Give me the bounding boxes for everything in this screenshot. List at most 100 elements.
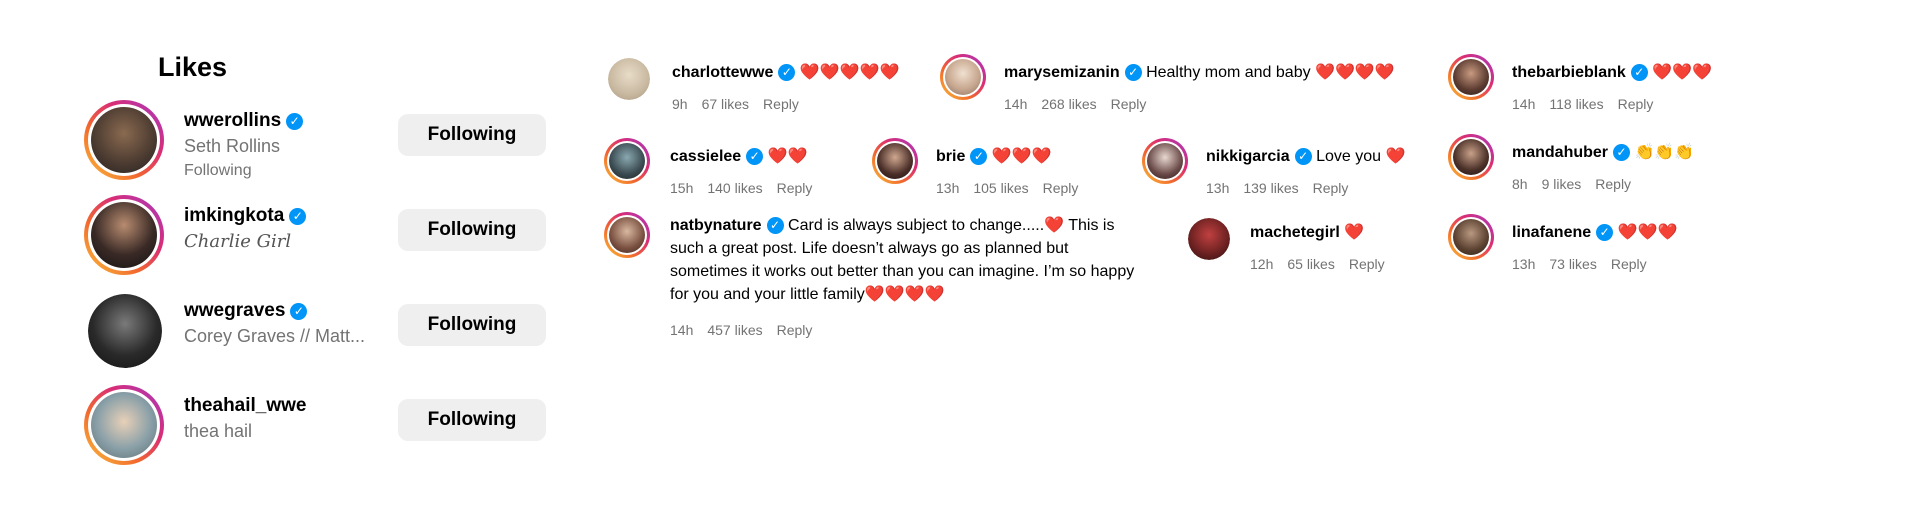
verified-badge-icon: ✓ bbox=[970, 148, 988, 165]
avatar[interactable] bbox=[1142, 138, 1188, 184]
following-button[interactable]: Following bbox=[398, 399, 546, 441]
full-name: Charlie Girl bbox=[184, 231, 292, 252]
comment-meta: 13h 73 likes Reply bbox=[1512, 256, 1661, 272]
reply-button[interactable]: Reply bbox=[1111, 96, 1147, 112]
comment-meta: 8h 9 likes Reply bbox=[1512, 176, 1645, 192]
comment-likes[interactable]: 65 likes bbox=[1287, 256, 1334, 272]
comment-time: 14h bbox=[670, 322, 694, 338]
reply-button[interactable]: Reply bbox=[1618, 96, 1654, 112]
username[interactable]: wwegraves ✓ bbox=[184, 300, 308, 322]
comment-username[interactable]: cassielee bbox=[670, 148, 741, 165]
avatar[interactable] bbox=[940, 54, 986, 100]
comment-username[interactable]: brie bbox=[936, 148, 965, 165]
comment-time: 13h bbox=[1206, 180, 1230, 196]
like-row[interactable]: wwegraves ✓ Corey Graves // Matt... Follo… bbox=[84, 290, 554, 376]
reply-button[interactable]: Reply bbox=[1313, 180, 1349, 196]
avatar[interactable] bbox=[608, 58, 650, 100]
username[interactable]: theahail_wwe bbox=[184, 395, 307, 417]
reply-button[interactable]: Reply bbox=[777, 180, 813, 196]
reply-button[interactable]: Reply bbox=[1595, 176, 1631, 192]
avatar[interactable] bbox=[604, 138, 650, 184]
verified-badge-icon: ✓ bbox=[1630, 64, 1648, 81]
comment-likes[interactable]: 73 likes bbox=[1549, 256, 1596, 272]
avatar[interactable] bbox=[1448, 54, 1494, 100]
avatar[interactable] bbox=[604, 212, 650, 258]
full-name: thea hail bbox=[184, 421, 253, 441]
comment-likes[interactable]: 105 likes bbox=[973, 180, 1028, 196]
avatar[interactable] bbox=[1448, 214, 1494, 260]
reply-button[interactable]: Reply bbox=[1043, 180, 1079, 196]
comment-time: 15h bbox=[670, 180, 694, 196]
like-row[interactable]: wwerollins ✓ Seth Rollins Following Follo… bbox=[84, 100, 554, 186]
follow-status: Following bbox=[184, 162, 252, 179]
comment-text: ❤️❤️❤️ bbox=[1617, 224, 1678, 241]
likes-title: Likes bbox=[158, 52, 228, 82]
reply-button[interactable]: Reply bbox=[763, 96, 799, 112]
comment-username[interactable]: machetegirl bbox=[1250, 224, 1340, 241]
comment-likes[interactable]: 140 likes bbox=[707, 180, 762, 196]
comment-username[interactable]: linafanene bbox=[1512, 224, 1591, 241]
verified-badge-icon: ✓ bbox=[1294, 148, 1312, 165]
comment-username[interactable]: nikkigarcia bbox=[1206, 148, 1290, 165]
username[interactable]: imkingkota ✓ bbox=[184, 205, 307, 227]
comment-text: 👏👏👏 bbox=[1634, 144, 1695, 161]
verified-badge-icon: ✓ bbox=[1613, 144, 1631, 161]
verified-badge-icon: ✓ bbox=[778, 64, 796, 81]
comment-username[interactable]: thebarbieblank bbox=[1512, 64, 1626, 81]
comment-username[interactable]: charlottewwe bbox=[672, 64, 773, 81]
comment-likes[interactable]: 457 likes bbox=[707, 322, 762, 338]
comment-time: 12h bbox=[1250, 256, 1274, 272]
comment-meta: 14h 268 likes Reply bbox=[1004, 96, 1160, 112]
comment-time: 14h bbox=[1512, 96, 1536, 112]
comment-body: machetegirl ❤️ bbox=[1250, 222, 1364, 242]
reply-button[interactable]: Reply bbox=[1349, 256, 1385, 272]
following-button[interactable]: Following bbox=[398, 209, 546, 251]
verified-badge-icon: ✓ bbox=[289, 208, 307, 225]
comment-meta: 13h 105 likes Reply bbox=[936, 180, 1092, 196]
full-name: Seth Rollins bbox=[184, 136, 281, 156]
following-button[interactable]: Following bbox=[398, 114, 546, 156]
comment-body: cassielee ✓ ❤️❤️ bbox=[670, 146, 807, 166]
reply-button[interactable]: Reply bbox=[1611, 256, 1647, 272]
comment-text: ❤️ bbox=[1344, 224, 1365, 241]
avatar[interactable] bbox=[1188, 218, 1230, 260]
avatar[interactable] bbox=[84, 100, 164, 180]
avatar[interactable] bbox=[872, 138, 918, 184]
reply-button[interactable]: Reply bbox=[777, 322, 813, 338]
comment-likes[interactable]: 118 likes bbox=[1549, 96, 1603, 112]
username[interactable]: wwerollins ✓ bbox=[184, 110, 304, 132]
comment-time: 8h bbox=[1512, 176, 1528, 192]
comment-meta: 14h 457 likes Reply bbox=[670, 322, 826, 338]
avatar[interactable] bbox=[84, 195, 164, 275]
verified-badge-icon: ✓ bbox=[1124, 64, 1142, 81]
comment-likes[interactable]: 268 likes bbox=[1041, 96, 1096, 112]
comment-meta: 14h 118 likes Reply bbox=[1512, 96, 1667, 112]
comment-username[interactable]: mandahuber bbox=[1512, 144, 1608, 161]
comment-meta: 9h 67 likes Reply bbox=[672, 96, 813, 112]
comment-meta: 15h 140 likes Reply bbox=[670, 180, 826, 196]
comment-likes[interactable]: 139 likes bbox=[1243, 180, 1298, 196]
verified-badge-icon: ✓ bbox=[286, 113, 304, 130]
comment-time: 13h bbox=[936, 180, 960, 196]
avatar[interactable] bbox=[84, 385, 164, 465]
comment-body: mandahuber ✓ 👏👏👏 bbox=[1512, 142, 1694, 162]
verified-badge-icon: ✓ bbox=[746, 148, 764, 165]
comment-likes[interactable]: 9 likes bbox=[1542, 176, 1582, 192]
comment-text: Healthy mom and baby ❤️❤️❤️❤️ bbox=[1146, 64, 1395, 81]
avatar[interactable] bbox=[88, 294, 162, 368]
comment-meta: 12h 65 likes Reply bbox=[1250, 256, 1399, 272]
comment-body: linafanene ✓ ❤️❤️❤️ bbox=[1512, 222, 1677, 242]
comment-username[interactable]: marysemizanin bbox=[1004, 64, 1120, 81]
following-button[interactable]: Following bbox=[398, 304, 546, 346]
comment-body: thebarbieblank ✓ ❤️❤️❤️ bbox=[1512, 62, 1712, 82]
avatar[interactable] bbox=[1448, 134, 1494, 180]
like-row[interactable]: imkingkota ✓ Charlie Girl Following bbox=[84, 195, 554, 281]
like-row[interactable]: theahail_wwe thea hail Following bbox=[84, 385, 554, 471]
comment-body: natbynature ✓ Card is always subject to c… bbox=[670, 214, 1140, 306]
comment-time: 13h bbox=[1512, 256, 1536, 272]
comment-text: Love you ❤️ bbox=[1316, 148, 1406, 165]
comment-likes[interactable]: 67 likes bbox=[702, 96, 749, 112]
verified-badge-icon: ✓ bbox=[766, 217, 784, 234]
comment-username[interactable]: natbynature bbox=[670, 217, 762, 234]
comment-body: marysemizanin ✓ Healthy mom and baby ❤️❤️… bbox=[1004, 62, 1395, 82]
